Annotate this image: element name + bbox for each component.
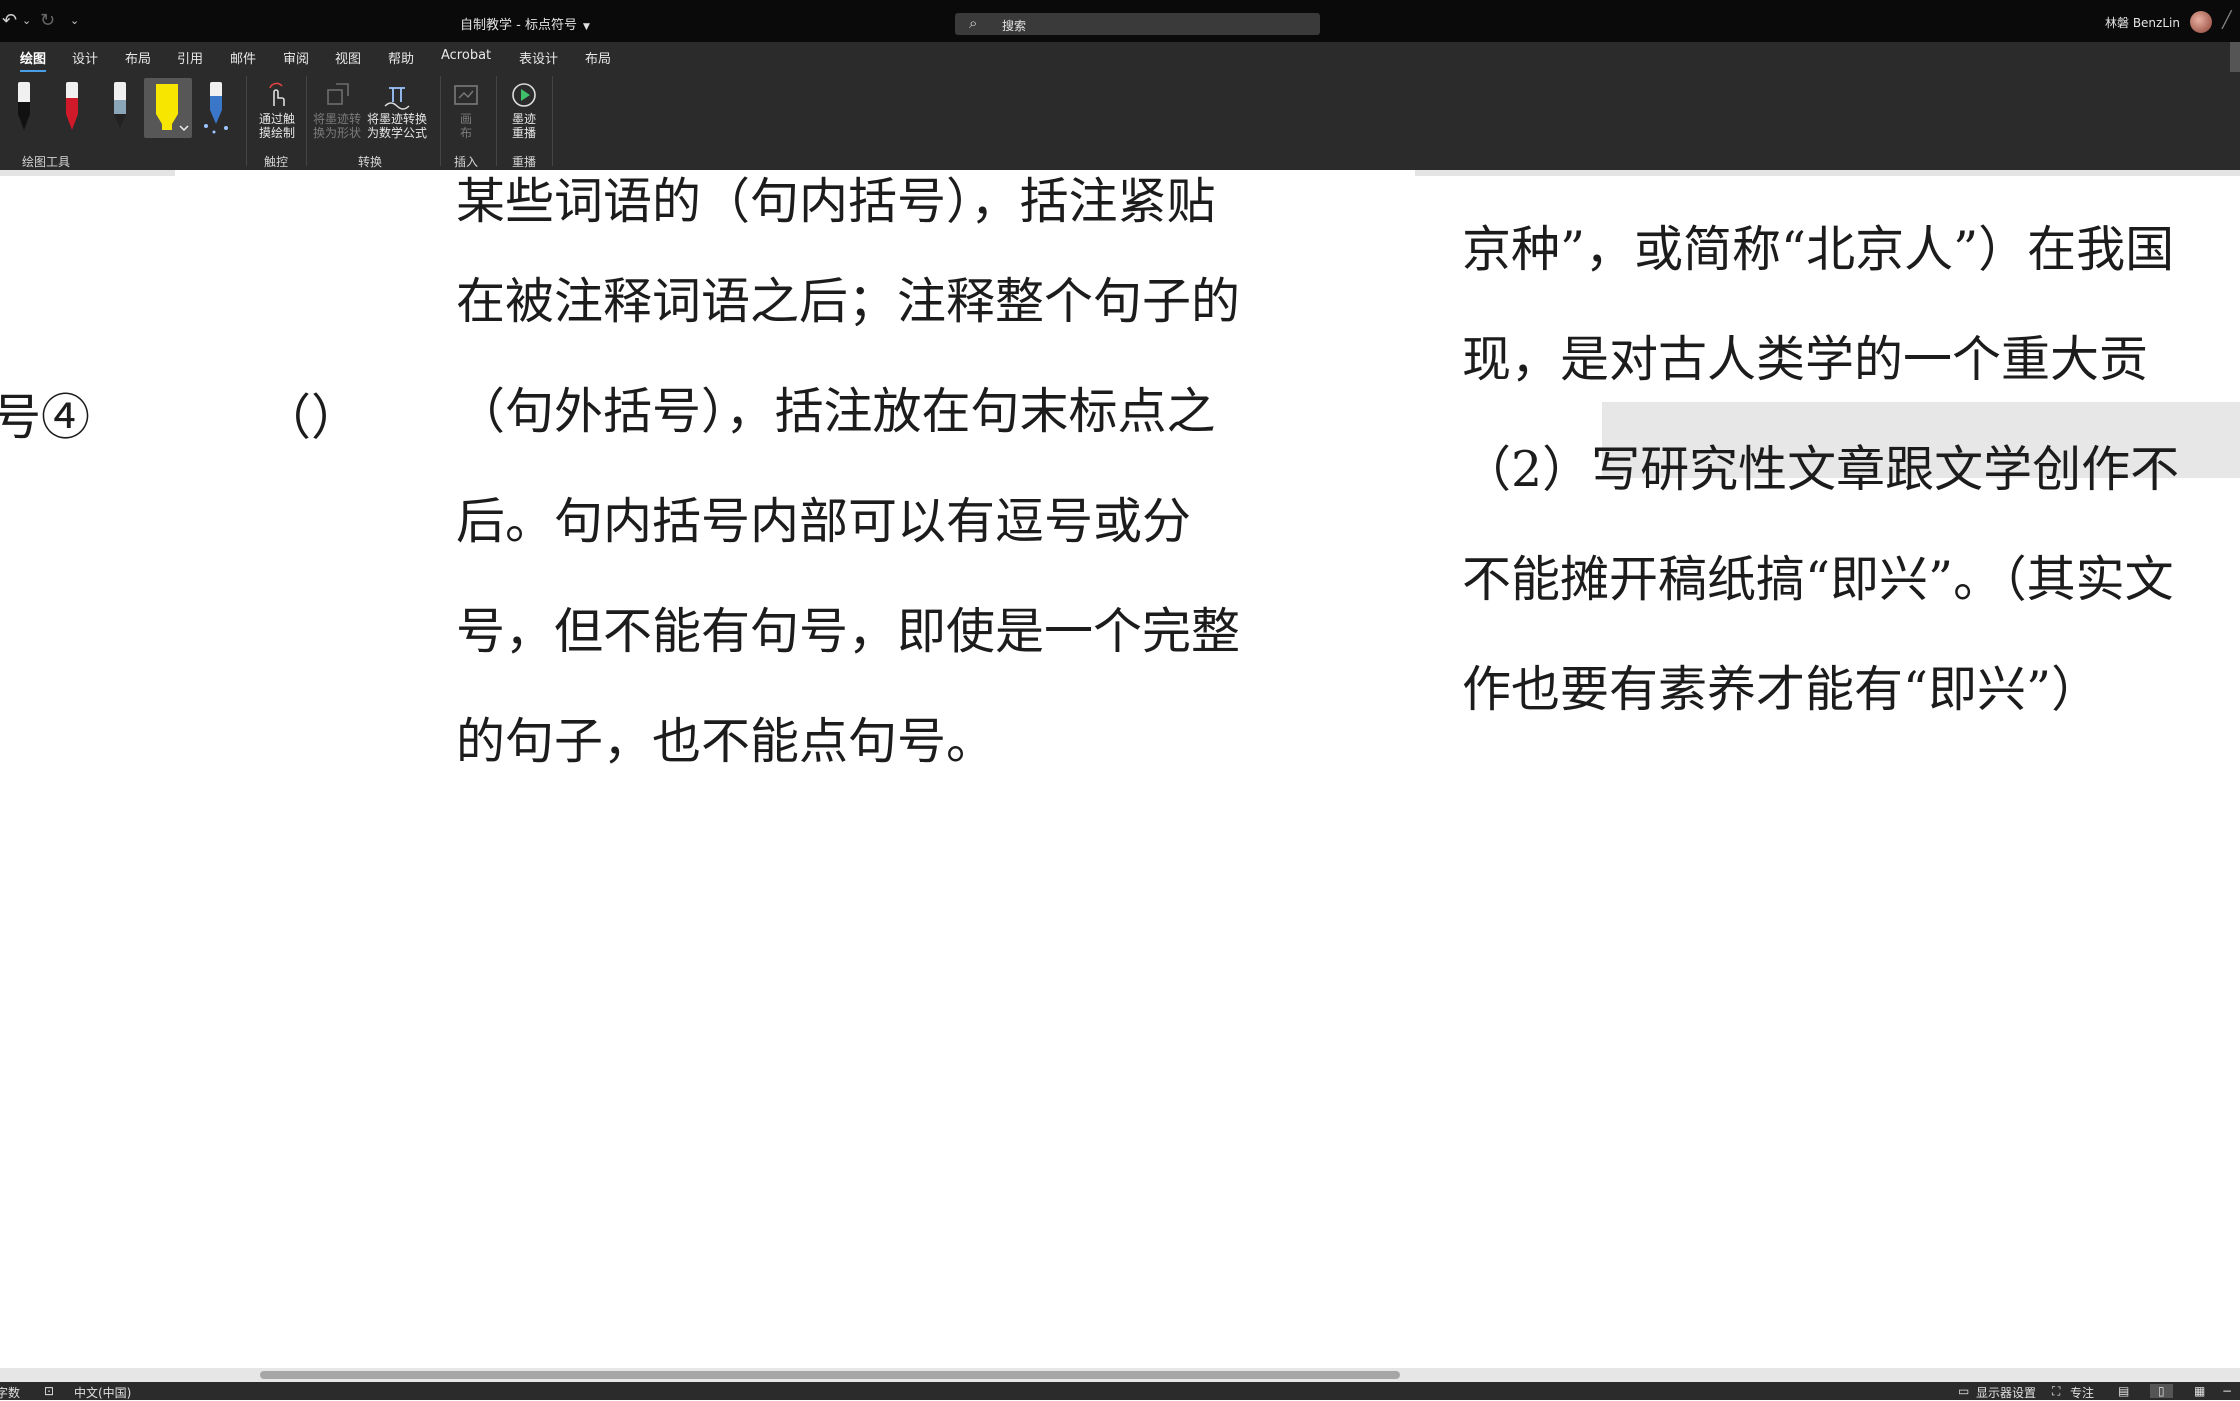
status-bar: 字数 ⊡ 中文(中国) ▭ 显示器设置 ⛶ 专注 ▤ ▯ ▦ −: [0, 1382, 2240, 1400]
ribbon-divider: [552, 76, 553, 166]
tab-mailings[interactable]: 邮件: [230, 48, 256, 67]
document-title-text: 自制教学 - 标点符号: [460, 18, 577, 33]
ribbon-divider: [306, 76, 307, 166]
undo-icon[interactable]: ↶: [2, 10, 17, 31]
customize-quick-access-icon[interactable]: ⌄: [70, 14, 79, 27]
paragraph-line[interactable]: （2）写研究性文章跟文学创作不: [1462, 430, 2179, 501]
draw-with-touch-button[interactable]: 通过触摸绘制: [252, 80, 302, 140]
draw-with-touch-label: 通过触摸绘制: [258, 112, 295, 140]
proofing-icon[interactable]: ⊡: [44, 1384, 54, 1398]
document-title[interactable]: 自制教学 - 标点符号 ▼: [460, 14, 590, 33]
ribbon-divider: [496, 76, 497, 166]
search-icon: ⌕: [969, 14, 978, 32]
table-cell-label[interactable]: 号④: [0, 378, 90, 449]
tab-design[interactable]: 设计: [72, 48, 98, 67]
ink-replay-label: 墨迹重播: [511, 112, 536, 140]
search-input[interactable]: ⌕ 搜索: [955, 13, 1320, 35]
tab-layout[interactable]: 布局: [125, 48, 151, 67]
paragraph-line[interactable]: 现，是对古人类学的一个重大贡: [1462, 320, 2148, 391]
web-layout-icon[interactable]: ▦: [2194, 1384, 2205, 1398]
tab-references[interactable]: 引用: [177, 48, 203, 67]
scrollbar-thumb[interactable]: [260, 1371, 1400, 1379]
word-count[interactable]: 字数: [0, 1384, 20, 1401]
tab-review[interactable]: 审阅: [283, 48, 309, 67]
replay-icon: [512, 83, 536, 107]
horizontal-scrollbar[interactable]: [0, 1368, 2240, 1382]
focus-button[interactable]: 专注: [2070, 1384, 2094, 1401]
group-label-convert: 转换: [358, 155, 383, 169]
ink-to-shape-button[interactable]: 将墨迹转换为形状: [312, 80, 362, 140]
language-indicator[interactable]: 中文(中国): [74, 1384, 131, 1401]
canvas-button[interactable]: 画布: [446, 80, 486, 140]
paragraph-line[interactable]: 在被注释词语之后；注释整个句子的: [456, 262, 1240, 333]
ribbon-divider: [440, 76, 441, 166]
table-top-border: [1415, 170, 2240, 176]
black-pen-icon[interactable]: [4, 78, 44, 140]
ribbon-scroll-handle[interactable]: [2230, 42, 2240, 72]
redo-icon[interactable]: ↻: [40, 10, 55, 31]
display-settings-icon[interactable]: ▭: [1958, 1384, 1969, 1398]
paragraph-line[interactable]: （句外括号），括注放在句末标点之: [456, 372, 1216, 443]
zoom-out-icon[interactable]: −: [2222, 1384, 2232, 1398]
table-cell-placeholder[interactable]: （）: [262, 378, 360, 449]
title-bar: ↶ ⌄ ↻ ⌄ 自制教学 - 标点符号 ▼ ⌕ 搜索 林磐 BenzLin ╱: [0, 0, 2240, 42]
tab-acrobat[interactable]: Acrobat: [441, 48, 491, 63]
paragraph-line[interactable]: 某些词语的（句内括号），括注紧贴: [456, 162, 1216, 233]
focus-icon[interactable]: ⛶: [2052, 1384, 2060, 1399]
table-top-border: [0, 170, 175, 176]
paragraph-line[interactable]: 不能摊开稿纸搞“即兴”。（其实文: [1462, 540, 2174, 611]
chevron-down-icon: ▼: [582, 22, 590, 32]
canvas-label: 画布: [459, 112, 472, 140]
tab-table-design[interactable]: 表设计: [519, 48, 558, 67]
print-layout-icon[interactable]: ▯: [2150, 1384, 2173, 1398]
tab-table-layout[interactable]: 布局: [585, 48, 611, 67]
canvas-icon: [454, 85, 478, 105]
paragraph-line[interactable]: 京种”，或简称“北京人”）在我国: [1462, 210, 2174, 281]
group-label-touch: 触控: [264, 155, 289, 169]
shapes-icon: [327, 83, 349, 105]
galaxy-pen-icon[interactable]: [100, 78, 140, 140]
ink-to-math-button[interactable]: 将墨迹转换为数学公式: [364, 80, 430, 140]
math-pi-icon: [384, 87, 410, 110]
pen-icon: ╱: [2222, 10, 2232, 29]
tab-view[interactable]: 视图: [335, 48, 361, 67]
ribbon-draw: 绘图工具 通过触摸绘制 触控 将墨迹转换为形状 将墨迹转换为数学公式 转换 画布…: [0, 72, 2240, 171]
paragraph-line[interactable]: 号，但不能有句号，即使是一个完整: [456, 592, 1240, 663]
touch-hand-icon: [269, 82, 285, 106]
read-mode-icon[interactable]: ▤: [2118, 1384, 2129, 1398]
avatar[interactable]: [2190, 11, 2212, 33]
ink-replay-button[interactable]: 墨迹重播: [502, 80, 546, 140]
tab-draw[interactable]: 绘图: [20, 48, 47, 73]
tab-help[interactable]: 帮助: [388, 48, 414, 67]
paragraph-line[interactable]: 的句子，也不能点句号。: [456, 702, 995, 773]
display-settings-button[interactable]: 显示器设置: [1976, 1384, 2036, 1401]
search-placeholder: 搜索: [1002, 19, 1027, 33]
ink-to-shape-label: 将墨迹转换为形状: [313, 112, 362, 140]
group-label-drawing-tools: 绘图工具: [22, 155, 71, 169]
undo-dropdown-icon[interactable]: ⌄: [22, 14, 31, 27]
user-name[interactable]: 林磐 BenzLin: [2105, 14, 2180, 31]
document-canvas[interactable]: 号④ （） 某些词语的（句内括号），括注紧贴 在被注释词语之后；注释整个句子的 …: [0, 170, 2240, 1370]
paragraph-line[interactable]: 作也要有素养才能有“即兴”）: [1462, 650, 2100, 721]
yellow-highlighter-icon[interactable]: [144, 78, 192, 138]
ribbon-tabs: 绘图 设计 布局 引用 邮件 审阅 视图 帮助 Acrobat 表设计 布局: [0, 42, 2240, 73]
blue-glitter-pen-icon[interactable]: [196, 78, 236, 140]
ribbon-divider: [246, 76, 247, 166]
ink-to-math-label: 将墨迹转换为数学公式: [366, 112, 427, 140]
red-pen-icon[interactable]: [52, 78, 92, 140]
paragraph-line[interactable]: 后。句内括号内部可以有逗号或分: [456, 482, 1191, 553]
